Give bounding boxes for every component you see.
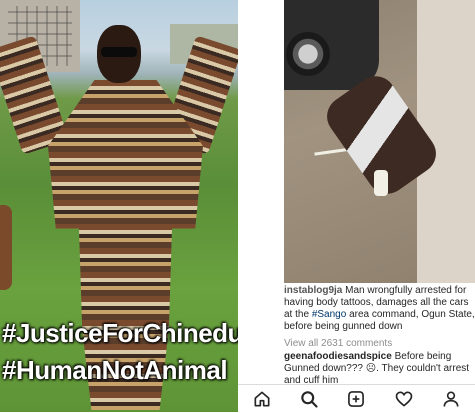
home-icon[interactable] (250, 387, 274, 411)
caption-hashtag[interactable]: #Sango (312, 309, 346, 320)
instagram-post: instablog9ja Man wrongfully arrested for… (238, 0, 475, 413)
add-post-icon[interactable] (344, 387, 368, 411)
heart-icon[interactable] (392, 387, 416, 411)
left-photo-panel: #JusticeForChinedu #HumanNotAnimal (0, 0, 238, 412)
comment: geenafoodiesandspice Before being Gunned… (284, 351, 475, 387)
view-all-comments-link[interactable]: View all 2631 comments (284, 338, 392, 349)
post-photo[interactable] (284, 0, 475, 283)
person-head-with-sunglasses (97, 25, 141, 83)
hashtag-justice: #JusticeForChinedu (2, 318, 238, 348)
horse (0, 205, 12, 290)
search-icon[interactable] (297, 387, 321, 411)
bottom-navbar (238, 384, 475, 413)
car-wheel (286, 32, 330, 76)
white-shoe (374, 170, 388, 196)
profile-icon[interactable] (439, 387, 463, 411)
comment-username[interactable]: geenafoodiesandspice (284, 351, 392, 362)
hashtag-human: #HumanNotAnimal (2, 355, 228, 385)
caption-username[interactable]: instablog9ja (284, 285, 342, 296)
post-caption: instablog9ja Man wrongfully arrested for… (284, 285, 475, 333)
